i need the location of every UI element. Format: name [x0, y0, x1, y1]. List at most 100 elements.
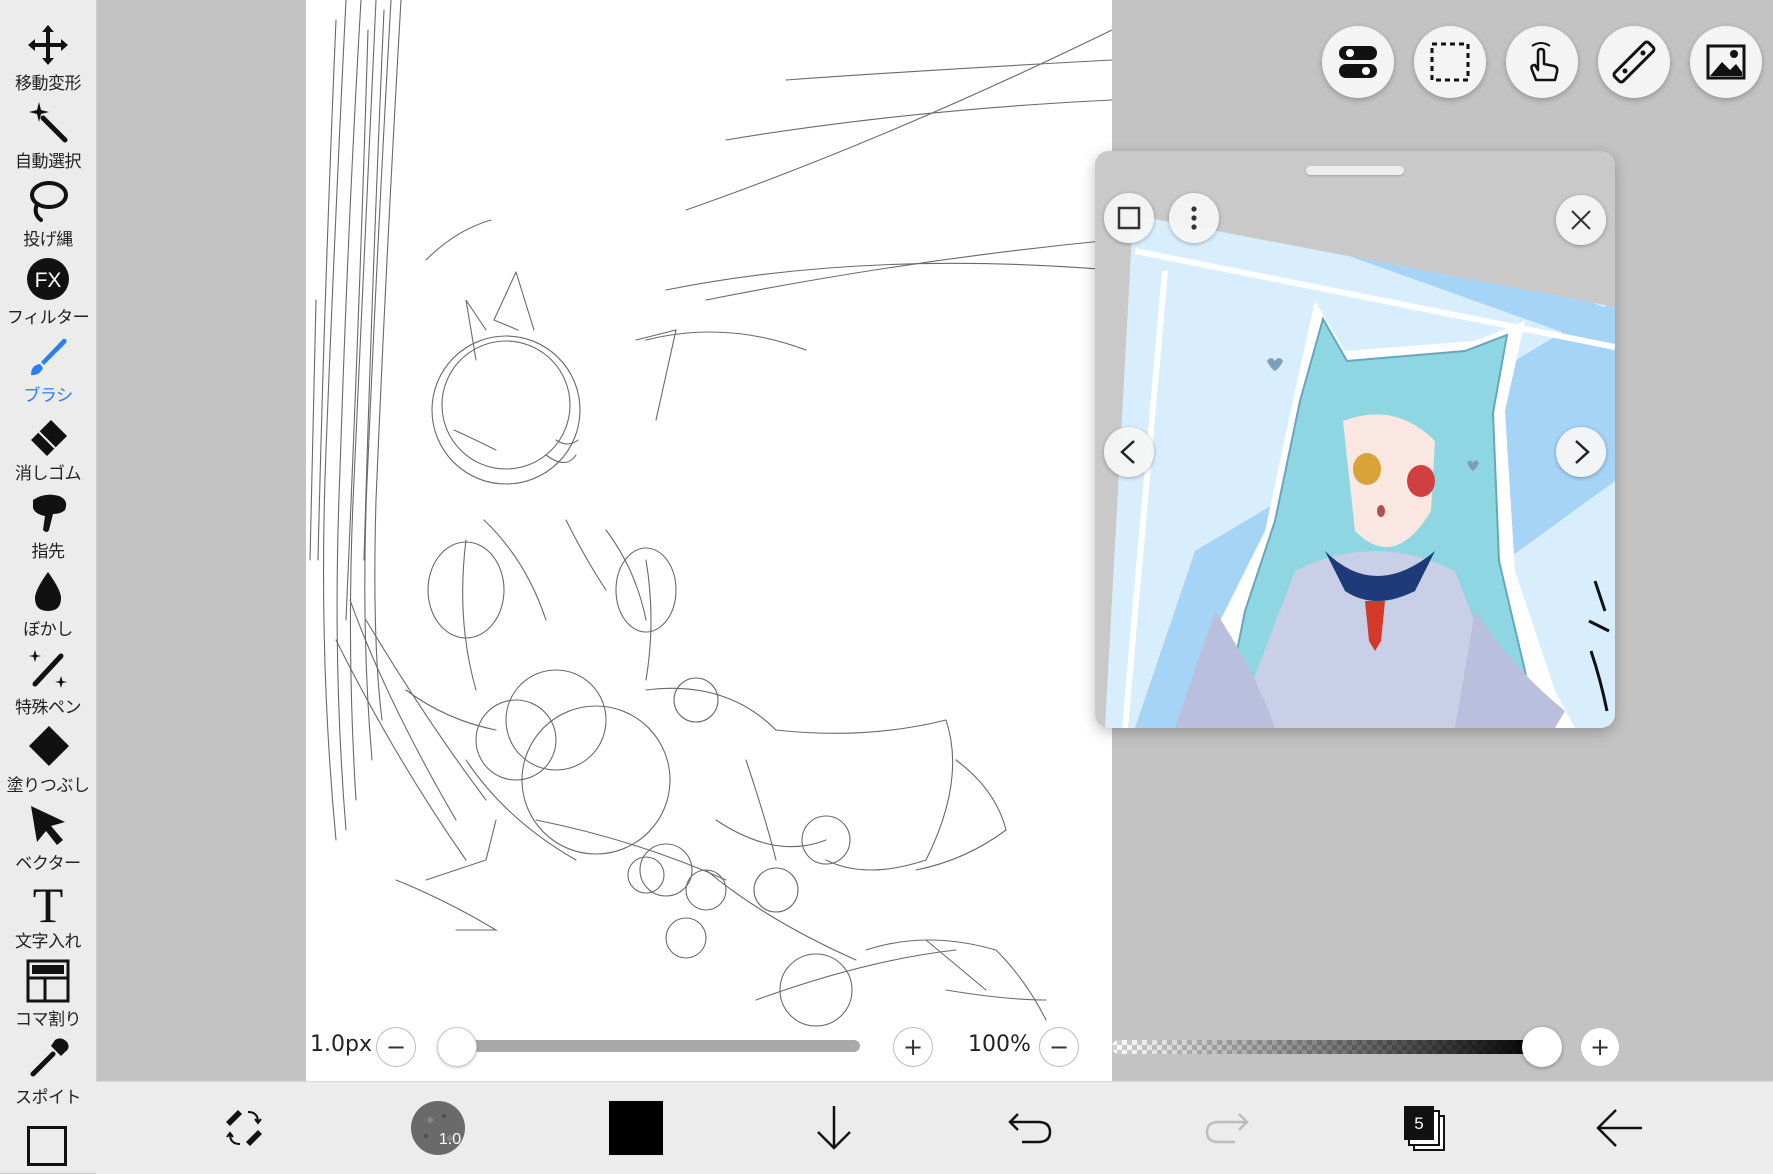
more-menu-icon: [1191, 206, 1197, 230]
tool-label: ぼかし: [23, 620, 73, 640]
magic-wand-icon: [29, 102, 68, 143]
tool-label: 指先: [31, 542, 66, 562]
tool-finger[interactable]: 指先: [0, 490, 96, 568]
reference-window[interactable]: [1095, 151, 1615, 728]
close-icon: [1571, 210, 1591, 230]
tool-magic-wand[interactable]: 自動選択: [0, 100, 96, 178]
svg-text:FX: FX: [35, 269, 62, 292]
plus-icon: +: [902, 1033, 924, 1061]
next-arrow-icon: [1575, 440, 1590, 464]
tool-special-pen[interactable]: 特殊ペン: [0, 646, 96, 724]
minus-icon: −: [1048, 1033, 1070, 1061]
fx-filter-icon: FX: [27, 258, 69, 300]
sketch-strokes: [309, 0, 1112, 1027]
tool-label: 移動変形: [15, 74, 82, 94]
eyedropper-icon: [30, 1038, 69, 1077]
undo-button[interactable]: [998, 1096, 1062, 1160]
brush-size-slider-track[interactable]: [456, 1040, 860, 1052]
toggle-settings-icon: [1339, 46, 1377, 78]
tool-label: ブラシ: [23, 386, 73, 406]
ruler-icon: [1612, 40, 1656, 84]
tool-label: 文字入れ: [15, 932, 82, 952]
layers-stack-icon: 5: [1404, 1106, 1445, 1151]
tool-palette: 移動変形 自動選択 投げ縄 FX フィルター ブラシ 消しゴム 指先 ぼかし 特…: [0, 0, 97, 1173]
brush-opacity-decrease-button[interactable]: −: [1039, 1027, 1079, 1067]
ruler-button[interactable]: [1598, 26, 1670, 98]
special-pen-icon: [29, 650, 67, 688]
swap-tools-button[interactable]: [212, 1096, 276, 1160]
tool-blur[interactable]: ぼかし: [0, 568, 96, 646]
window-mode-icon: [1117, 206, 1141, 230]
settings-toggle-button[interactable]: [1322, 26, 1394, 98]
undo-icon: [1008, 1113, 1052, 1144]
tool-move-transform[interactable]: 移動変形: [0, 22, 96, 100]
reference-image-icon: [1706, 44, 1746, 80]
tool-label: スポイト: [15, 1088, 82, 1108]
tool-eyedropper[interactable]: スポイト: [0, 1036, 96, 1114]
finger-smudge-icon: [33, 494, 67, 532]
tool-frame-divide[interactable]: コマ割り: [0, 958, 96, 1036]
previous-image-button[interactable]: [1104, 427, 1154, 477]
brush-size-decrease-button[interactable]: −: [376, 1027, 416, 1067]
tool-vector[interactable]: ベクター: [0, 802, 96, 880]
redo-icon: [1205, 1113, 1249, 1144]
frame-divide-icon: [26, 959, 70, 1003]
svg-text:5: 5: [1414, 1114, 1423, 1133]
primary-color-swatch: [609, 1101, 663, 1155]
close-reference-button[interactable]: [1556, 195, 1606, 245]
tool-label: 投げ縄: [23, 230, 73, 250]
prev-arrow-icon: [1120, 440, 1135, 464]
window-mode-button[interactable]: [1104, 193, 1154, 243]
svg-text:1.0: 1.0: [439, 1131, 461, 1148]
fill-bucket-icon: [29, 726, 69, 766]
layers-button[interactable]: 5: [1392, 1096, 1456, 1160]
tool-text[interactable]: T 文字入れ: [0, 880, 96, 958]
tool-label: 特殊ペン: [15, 698, 82, 718]
tool-brush[interactable]: ブラシ: [0, 334, 96, 412]
color-picker-button[interactable]: [604, 1096, 668, 1160]
arrow-left-icon: [1596, 1109, 1642, 1147]
brush-size-slider-knob[interactable]: [437, 1027, 477, 1067]
brush-opacity-slider-knob[interactable]: [1522, 1027, 1562, 1067]
reference-picture: [1105, 215, 1615, 728]
tool-filter[interactable]: FX フィルター: [0, 256, 96, 334]
more-menu-button[interactable]: [1169, 193, 1219, 243]
tool-label: 塗りつぶし: [6, 776, 90, 796]
selection-rect-icon: [1430, 42, 1470, 82]
brush-opacity-value: 100%: [968, 1032, 1031, 1057]
touch-gesture-button[interactable]: [1506, 26, 1578, 98]
brush-opacity-increase-button[interactable]: +: [1580, 1027, 1620, 1067]
brush-tip-preview-icon: 1.0: [411, 1101, 465, 1155]
tool-eraser[interactable]: 消しゴム: [0, 412, 96, 490]
brush-size-increase-button[interactable]: +: [893, 1027, 933, 1067]
brush-opacity-slider-track[interactable]: [1112, 1040, 1542, 1054]
swap-brush-eraser-icon: [226, 1110, 262, 1146]
selection-button[interactable]: [1414, 26, 1486, 98]
plus-icon: +: [1589, 1033, 1611, 1061]
bottom-toolbar: 1.0 5: [96, 1081, 1773, 1174]
drawing-canvas[interactable]: [306, 0, 1112, 1081]
tool-label: フィルター: [6, 308, 90, 328]
brush-preview-button[interactable]: 1.0: [406, 1096, 470, 1160]
eraser-icon: [31, 420, 67, 456]
lasso-icon: [30, 181, 68, 222]
tool-label: コマ割り: [15, 1010, 82, 1030]
color-swatch-outline[interactable]: [27, 1126, 67, 1166]
move-arrows-icon: [28, 25, 68, 65]
redo-button[interactable]: [1195, 1096, 1259, 1160]
next-image-button[interactable]: [1556, 427, 1606, 477]
tool-lasso[interactable]: 投げ縄: [0, 178, 96, 256]
tool-fill[interactable]: 塗りつぶし: [0, 724, 96, 802]
brush-icon: [31, 338, 67, 376]
layer-merge-down-button[interactable]: [802, 1096, 866, 1160]
tool-label: 消しゴム: [15, 464, 82, 484]
text-t-icon: T: [33, 880, 64, 926]
back-button[interactable]: [1588, 1096, 1652, 1160]
touch-gesture-icon: [1530, 42, 1559, 82]
blur-drop-icon: [35, 572, 61, 611]
vector-cursor-icon: [31, 806, 65, 845]
tool-label: 自動選択: [15, 152, 82, 172]
minus-icon: −: [385, 1033, 407, 1061]
svg-text:T: T: [33, 880, 64, 926]
reference-image-button[interactable]: [1690, 26, 1762, 98]
